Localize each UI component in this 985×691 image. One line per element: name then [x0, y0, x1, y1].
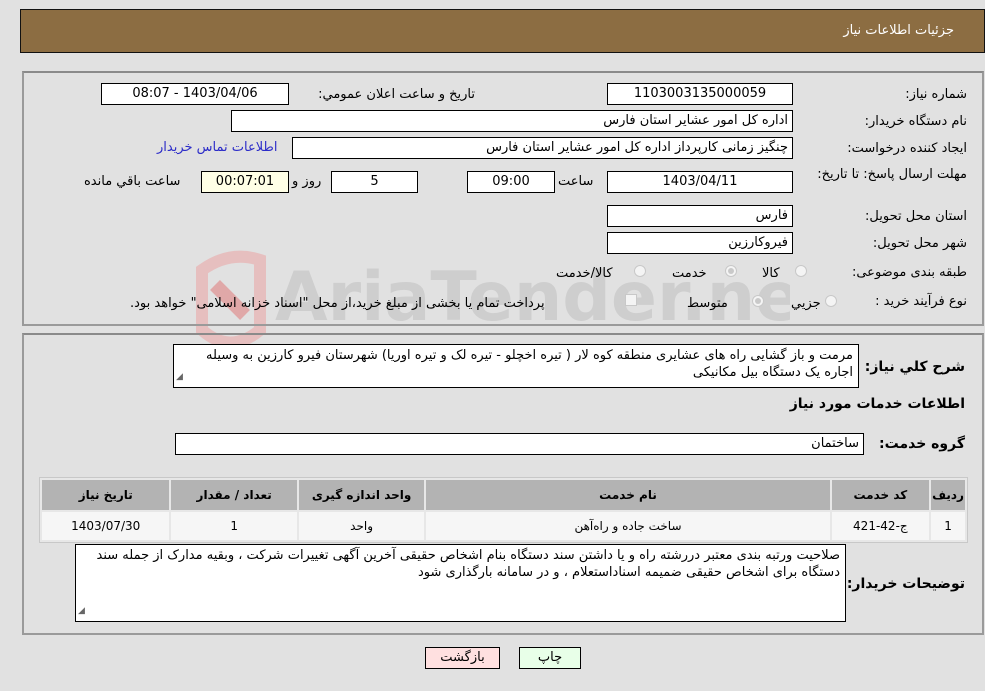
requester-field[interactable]: چنگیز زمانی کارپرداز اداره کل امور عشایر…: [292, 137, 793, 159]
description-text: مرمت و باز گشایی راه های عشایری منطقه کو…: [206, 348, 853, 380]
treasury-checkbox[interactable]: [625, 294, 637, 306]
print-button[interactable]: چاپ: [519, 647, 581, 669]
buyer-notes-textarea[interactable]: صلاحیت ورتبه بندی معتبر دررشته راه و یا …: [75, 544, 846, 622]
delivery-city-field[interactable]: فیروکارزین: [607, 232, 793, 254]
resize-grip-icon[interactable]: ◢: [78, 603, 85, 620]
table-row: 1 ج-42-421 ساخت جاده و راه‌آهن واحد 1 14…: [42, 512, 965, 540]
cell-service-name: ساخت جاده و راه‌آهن: [426, 512, 830, 540]
days-label: روز و: [292, 174, 322, 189]
deadline-time-label: ساعت: [558, 174, 594, 189]
deadline-label: مهلت ارسال پاسخ: تا تاریخ:: [817, 167, 967, 182]
delivery-province-label: استان محل تحویل:: [865, 209, 967, 224]
col-service-name: نام خدمت: [426, 480, 830, 510]
announce-datetime-field[interactable]: 1403/04/06 - 08:07: [101, 83, 289, 105]
cell-service-code: ج-42-421: [831, 512, 930, 540]
resize-grip-icon[interactable]: ◢: [176, 369, 183, 386]
page-title: جزئیات اطلاعات نیاز: [843, 23, 954, 38]
announce-datetime-label: تاریخ و ساعت اعلان عمومي:: [318, 87, 475, 102]
delivery-city-label: شهر محل تحویل:: [872, 236, 967, 251]
cell-quantity: 1: [171, 512, 297, 540]
table-header-row: ردیف کد خدمت نام خدمت واحد اندازه گیری ت…: [42, 480, 965, 510]
service-group-label: گروه خدمت:: [879, 436, 965, 452]
category-label: طبقه بندی موضوعی:: [851, 265, 967, 280]
remaining-time-label: ساعت باقي مانده: [84, 174, 181, 189]
purchase-type-option-medium: متوسط: [687, 296, 728, 311]
service-group-field[interactable]: ساختمان: [175, 433, 864, 455]
category-option-goods: کالا: [762, 266, 780, 281]
page-header: جزئیات اطلاعات نیاز: [20, 9, 985, 53]
cell-row-number: 1: [931, 512, 965, 540]
cell-unit: واحد: [298, 512, 425, 540]
category-radio-goods[interactable]: [795, 265, 807, 277]
col-need-date: تاریخ نیاز: [42, 480, 170, 510]
col-unit: واحد اندازه گیری: [298, 480, 425, 510]
deadline-time-field[interactable]: 09:00: [467, 171, 555, 193]
treasury-note: پرداخت تمام یا بخشی از مبلغ خرید،از محل …: [130, 296, 545, 311]
purchase-type-radio-minor[interactable]: [825, 295, 837, 307]
delivery-province-field[interactable]: فارس: [607, 205, 793, 227]
col-row-number: ردیف: [931, 480, 965, 510]
buyer-contact-link[interactable]: اطلاعات تماس خریدار: [157, 140, 277, 155]
description-textarea[interactable]: مرمت و باز گشایی راه های عشایری منطقه کو…: [173, 344, 859, 388]
purchase-type-radio-medium[interactable]: [752, 295, 764, 307]
category-option-goods-service: کالا/خدمت: [556, 266, 613, 281]
category-radio-goods-service[interactable]: [634, 265, 646, 277]
remaining-days-field[interactable]: 5: [331, 171, 418, 193]
requester-label: ایجاد کننده درخواست:: [847, 141, 967, 156]
buyer-notes-text: صلاحیت ورتبه بندی معتبر دررشته راه و یا …: [96, 548, 840, 580]
need-number-label: شماره نیاز:: [905, 87, 967, 102]
buyer-org-label: نام دستگاه خریدار:: [864, 114, 967, 129]
remaining-time-field: 00:07:01: [201, 171, 289, 193]
deadline-date-field[interactable]: 1403/04/11: [607, 171, 793, 193]
description-label: شرح کلي نیاز:: [864, 359, 965, 375]
services-table: ردیف کد خدمت نام خدمت واحد اندازه گیری ت…: [39, 477, 968, 543]
buyer-notes-label: توضیحات خریدار:: [846, 576, 965, 592]
cell-need-date: 1403/07/30: [42, 512, 170, 540]
buyer-org-field[interactable]: اداره کل امور عشایر استان فارس: [231, 110, 793, 132]
purchase-type-option-minor: جزيي: [791, 296, 821, 311]
need-number-field[interactable]: 1103003135000059: [607, 83, 793, 105]
services-section-title: اطلاعات خدمات مورد نیاز: [789, 396, 965, 412]
purchase-type-label: نوع فرآیند خرید :: [875, 294, 967, 309]
category-radio-service[interactable]: [725, 265, 737, 277]
back-button[interactable]: بازگشت: [425, 647, 500, 669]
col-quantity: تعداد / مقدار: [171, 480, 297, 510]
col-service-code: کد خدمت: [831, 480, 930, 510]
category-option-service: خدمت: [672, 266, 707, 281]
